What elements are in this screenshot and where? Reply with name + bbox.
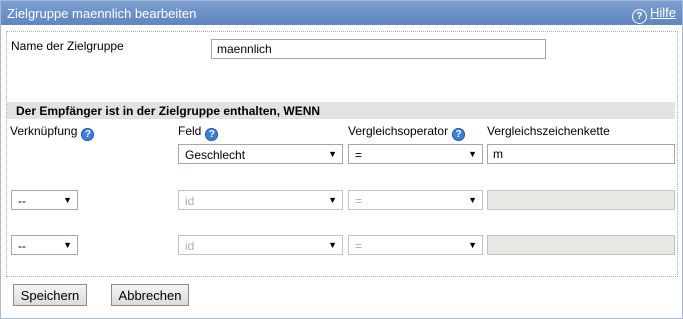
- operator-select-row-2[interactable]: = ▼: [348, 190, 483, 210]
- column-field-label: Feld: [178, 124, 202, 138]
- link-select-row-3[interactable]: -- ▼: [11, 235, 78, 255]
- triangle-down-icon: ▼: [63, 240, 72, 250]
- field-select-row-1[interactable]: Geschlecht ▼: [178, 144, 343, 164]
- triangle-down-icon: ▼: [468, 195, 477, 205]
- name-label: Name der Zielgruppe: [11, 39, 124, 53]
- column-operator-header: Vergleichsoperator?: [348, 124, 466, 141]
- help-circle-icon: ?: [631, 9, 647, 24]
- triangle-down-icon: ▼: [328, 240, 337, 250]
- dialog-header: Zielgruppe maennlich bearbeiten ? Hilfe: [1, 1, 682, 25]
- triangle-down-icon: ▼: [468, 240, 477, 250]
- field-select-value: id: [185, 239, 195, 253]
- column-link-label: Verknüpfung: [10, 124, 78, 138]
- column-field-header: Feld?: [178, 124, 219, 141]
- question-mark-icon[interactable]: ?: [81, 128, 95, 141]
- operator-select-row-1[interactable]: = ▼: [348, 144, 483, 164]
- cancel-button[interactable]: Abbrechen: [111, 284, 189, 306]
- dialog-title: Zielgruppe maennlich bearbeiten: [7, 6, 197, 21]
- link-select-row-2[interactable]: -- ▼: [11, 190, 78, 210]
- column-link-header: Verknüpfung?: [10, 124, 95, 141]
- condition-heading-bar: Der Empfänger ist in der Zielgruppe enth…: [7, 102, 675, 119]
- operator-select-value: =: [355, 194, 363, 208]
- operator-select-value: =: [355, 239, 363, 253]
- condition-heading: Der Empfänger ist in der Zielgruppe enth…: [16, 104, 321, 118]
- triangle-down-icon: ▼: [328, 195, 337, 205]
- field-select-value: Geschlecht: [185, 148, 246, 162]
- column-value-header: Vergleichszeichenkette: [487, 124, 610, 138]
- question-mark-icon[interactable]: ?: [205, 128, 219, 141]
- save-button[interactable]: Speichern: [13, 284, 87, 306]
- help-link[interactable]: ? Hilfe: [631, 5, 676, 24]
- value-input-row-1[interactable]: [487, 144, 675, 164]
- help-label: Hilfe: [649, 5, 676, 20]
- link-select-value: --: [18, 239, 26, 253]
- link-select-value: --: [18, 194, 26, 208]
- value-input-row-2[interactable]: [487, 190, 675, 210]
- operator-select-value: =: [355, 148, 363, 162]
- operator-select-row-3[interactable]: = ▼: [348, 235, 483, 255]
- field-select-value: id: [185, 194, 195, 208]
- field-select-row-2[interactable]: id ▼: [178, 190, 343, 210]
- field-select-row-3[interactable]: id ▼: [178, 235, 343, 255]
- column-operator-label: Vergleichsoperator: [348, 124, 449, 138]
- triangle-down-icon: ▼: [468, 149, 477, 159]
- edit-target-group-dialog: Zielgruppe maennlich bearbeiten ? Hilfe N…: [0, 0, 683, 319]
- question-mark-icon[interactable]: ?: [452, 128, 466, 141]
- value-input-row-3[interactable]: [487, 235, 675, 255]
- triangle-down-icon: ▼: [63, 195, 72, 205]
- triangle-down-icon: ▼: [328, 149, 337, 159]
- name-input[interactable]: [211, 39, 546, 59]
